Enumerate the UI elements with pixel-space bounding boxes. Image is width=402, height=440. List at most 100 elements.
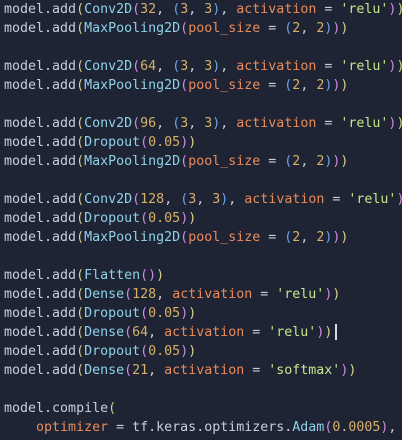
code-token: , [228, 192, 245, 207]
code-token: ) [396, 116, 402, 131]
code-token: ( [140, 211, 149, 226]
code-token: 0.05 [148, 211, 181, 226]
code-token: add [52, 135, 77, 150]
code-token: = [316, 59, 341, 74]
code-token: 0.05 [148, 135, 181, 150]
code-token: 64 [132, 325, 149, 340]
code-line[interactable]: model.add(Dropout(0.05)) [0, 304, 402, 323]
code-token: model [4, 230, 45, 245]
code-token: ( [140, 135, 149, 150]
code-token: MaxPooling2D [84, 78, 181, 93]
code-token: 96 [140, 116, 157, 131]
code-token: ( [76, 325, 85, 340]
code-line[interactable]: model.add(Dropout(0.05)) [0, 209, 402, 228]
code-token: model [4, 363, 45, 378]
code-token: ( [76, 268, 85, 283]
code-token: , [148, 325, 165, 340]
code-line[interactable]: model.add(Dense(21, activation = 'softma… [0, 361, 402, 380]
code-token: , [196, 192, 213, 207]
code-token: ) [180, 135, 189, 150]
code-token: ( [76, 2, 85, 17]
code-token: activation [164, 325, 245, 340]
code-line[interactable]: model.add(MaxPooling2D(pool_size = (2, 2… [0, 228, 402, 247]
code-token: . [44, 363, 53, 378]
code-token: 'relu' [340, 2, 389, 17]
code-token: , [156, 116, 173, 131]
blank-line[interactable] [0, 38, 402, 57]
code-line[interactable]: model.add(Conv2D(96, (3, 3), activation … [0, 114, 402, 133]
code-token: = [316, 116, 341, 131]
code-token: ( [180, 21, 189, 36]
code-token: 21 [132, 363, 149, 378]
code-token: . [44, 154, 53, 169]
code-token: = [260, 154, 285, 169]
code-line[interactable]: model.add(MaxPooling2D(pool_size = (2, 2… [0, 19, 402, 38]
code-token: ( [172, 59, 181, 74]
code-token: activation [172, 287, 253, 302]
code-line[interactable]: model.add(Conv2D(32, (3, 3), activation … [0, 0, 402, 19]
code-token: 'softmax' [268, 363, 341, 378]
code-token: pool_size [188, 230, 261, 245]
code-token: Conv2D [84, 59, 133, 74]
code-line[interactable]: model.add(Conv2D(128, (3, 3), activation… [0, 190, 402, 209]
blank-line[interactable] [0, 95, 402, 114]
code-token: ( [76, 192, 85, 207]
code-token: ( [76, 135, 85, 150]
code-token: activation [236, 2, 317, 17]
code-token: MaxPooling2D [84, 21, 181, 36]
code-line[interactable]: model.add(Dense(128, activation = 'relu'… [0, 285, 402, 304]
code-line[interactable]: model.add(MaxPooling2D(pool_size = (2, 2… [0, 152, 402, 171]
code-token: ( [76, 344, 85, 359]
code-token: add [52, 78, 77, 93]
code-token: ( [76, 230, 85, 245]
code-token: , [220, 116, 237, 131]
code-token: ) [188, 135, 197, 150]
code-token: . [44, 230, 53, 245]
code-token: ( [124, 363, 133, 378]
blank-line[interactable] [0, 247, 402, 266]
code-token: add [52, 230, 77, 245]
code-token: ( [180, 78, 189, 93]
code-token: model [4, 401, 45, 416]
code-token: , [156, 287, 173, 302]
code-token: ( [132, 2, 141, 17]
code-token: . [148, 420, 157, 435]
blank-line[interactable] [0, 380, 402, 399]
blank-line[interactable] [0, 171, 402, 190]
code-token: ) [180, 344, 189, 359]
code-line[interactable]: model.compile( [0, 399, 402, 418]
code-token: model [4, 306, 45, 321]
code-line[interactable]: model.add(Flatten()) [0, 266, 402, 285]
code-token: ( [180, 230, 189, 245]
code-token: . [44, 401, 53, 416]
code-token: 128 [132, 287, 157, 302]
code-token: 0.05 [148, 306, 181, 321]
code-line[interactable]: model.add(MaxPooling2D(pool_size = (2, 2… [0, 76, 402, 95]
code-token: model [4, 59, 45, 74]
code-token: , [188, 59, 205, 74]
code-token: , [156, 59, 173, 74]
code-token: . [196, 420, 205, 435]
code-line[interactable]: model.add(Dropout(0.05)) [0, 133, 402, 152]
code-line[interactable]: model.add(Conv2D(64, (3, 3), activation … [0, 57, 402, 76]
code-token: Flatten [84, 268, 141, 283]
code-line[interactable]: model.add(Dense(64, activation = 'relu')… [0, 323, 402, 342]
code-token: . [44, 135, 53, 150]
code-token: Dense [84, 363, 125, 378]
code-token: MaxPooling2D [84, 154, 181, 169]
code-line[interactable]: optimizer = tf.keras.optimizers.Adam(0.0… [0, 418, 402, 437]
code-line[interactable]: model.add(Dropout(0.05)) [0, 342, 402, 361]
code-token: optimizer [36, 420, 109, 435]
code-token: ( [140, 344, 149, 359]
code-token: Conv2D [84, 192, 133, 207]
code-token: add [52, 363, 77, 378]
code-token: add [52, 116, 77, 131]
code-token: , [300, 230, 317, 245]
code-token: 'relu' [276, 287, 325, 302]
code-token: ( [76, 211, 85, 226]
code-token: model [4, 192, 45, 207]
code-token: ( [76, 306, 85, 321]
code-editor[interactable]: model.add(Conv2D(32, (3, 3), activation … [0, 0, 402, 440]
code-token: . [44, 344, 53, 359]
